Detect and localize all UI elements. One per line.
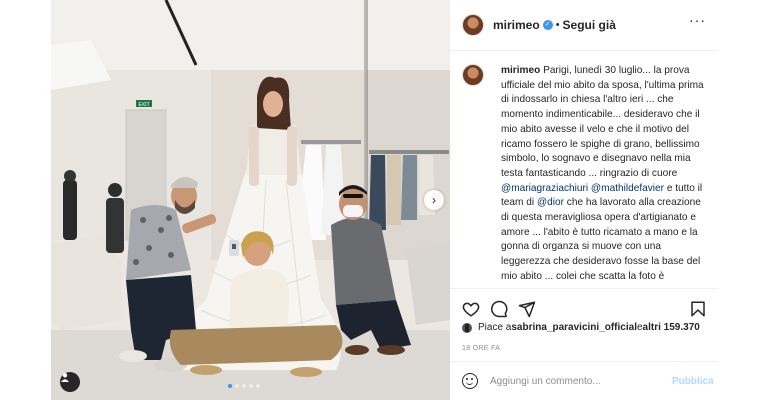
comment-icon[interactable] xyxy=(490,300,508,318)
carousel-dot xyxy=(249,384,253,388)
caption-segment: che ha lavorato alla creazione di questa… xyxy=(501,197,701,282)
post-photo: EXIT xyxy=(51,0,450,400)
smile-icon[interactable] xyxy=(462,373,478,389)
caption-username-link[interactable]: mirimeo xyxy=(501,65,540,76)
comments-scroll-area[interactable]: mirimeo Parigi, lunedì 30 luglio... la p… xyxy=(450,58,718,286)
caption-avatar[interactable] xyxy=(462,64,484,86)
caption-text: mirimeo Parigi, lunedì 30 luglio... la p… xyxy=(501,58,711,286)
caption-segment: Parigi, lunedì 30 luglio... la prova uff… xyxy=(501,65,704,179)
carousel-dot xyxy=(235,384,239,388)
mention-link[interactable]: @mathildefavier xyxy=(591,183,664,194)
exit-sign: EXIT xyxy=(138,102,149,108)
mention-link[interactable]: @mariagraziachiuri xyxy=(501,183,588,194)
carousel-dot xyxy=(242,384,246,388)
post-image[interactable]: EXIT › xyxy=(51,0,450,400)
likes-count-link[interactable]: altri 159.370 xyxy=(643,322,700,333)
verified-badge-icon: ✓ xyxy=(542,20,553,30)
mention-link[interactable]: @dior xyxy=(537,197,564,208)
liker-username-link[interactable]: sabrina_paravicini_official xyxy=(511,322,637,333)
post-sidebar: mirimeo ✓ • Segui già ··· mirimeo Parigi… xyxy=(450,0,718,400)
carousel-indicator xyxy=(228,384,260,388)
post-timestamp[interactable]: 18 ORE FA xyxy=(462,345,500,352)
bookmark-icon[interactable] xyxy=(689,300,707,318)
next-slide-button[interactable]: › xyxy=(424,190,444,210)
share-icon[interactable] xyxy=(518,300,536,318)
likes-prefix: Piace a xyxy=(478,322,512,333)
user-tag-button[interactable] xyxy=(60,372,80,392)
following-button[interactable]: Segui già xyxy=(563,18,616,32)
user-tag-icon xyxy=(61,373,69,382)
separator-dot: • xyxy=(555,19,560,31)
heart-icon[interactable] xyxy=(462,300,480,318)
chevron-right-icon: › xyxy=(432,193,436,207)
carousel-dot xyxy=(256,384,260,388)
post-header: mirimeo ✓ • Segui già ··· xyxy=(450,0,718,51)
publish-button[interactable]: Pubblica xyxy=(672,376,714,387)
caption: mirimeo Parigi, lunedì 30 luglio... la p… xyxy=(450,58,718,286)
liker-avatar[interactable] xyxy=(462,322,472,333)
avatar[interactable] xyxy=(462,14,484,36)
username-link[interactable]: mirimeo xyxy=(493,18,540,32)
add-comment-bar: Pubblica xyxy=(450,361,718,400)
more-horizontal-icon[interactable]: ··· xyxy=(689,12,706,28)
likes-summary: Piace a sabrina_paravicini_official e al… xyxy=(462,322,700,333)
carousel-dot xyxy=(228,384,232,388)
comment-input[interactable] xyxy=(490,375,660,387)
